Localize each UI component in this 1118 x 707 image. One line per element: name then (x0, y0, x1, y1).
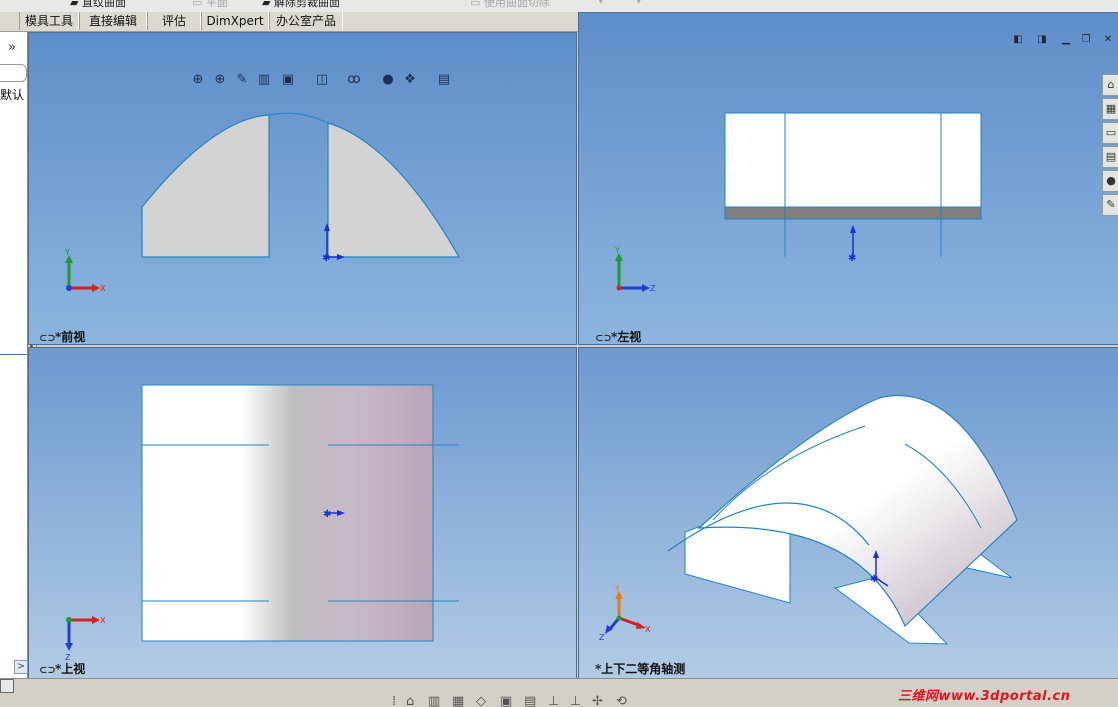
left-surface-edge-band (724, 206, 982, 220)
surface-cut-tool[interactable]: ▭ 使用曲面切除 (470, 0, 550, 10)
layout-tool-icon[interactable]: ▤ (524, 695, 536, 707)
ruled-surface-tool[interactable]: ▰ 直纹曲面 (70, 0, 126, 10)
expand-panel-button[interactable]: » (8, 40, 16, 55)
configuration-label: 默认 (0, 88, 25, 102)
sketch-tool-icon[interactable]: ⌂ (406, 695, 414, 707)
front-left-face (141, 114, 270, 258)
viewport-label-front: ⊂⊃*前视 (39, 330, 86, 344)
tile-right-icon[interactable]: ◨ (1035, 33, 1049, 46)
tab-office-products[interactable]: 办公室产品 (269, 12, 343, 30)
dropdown-arrow-icon[interactable]: ▾ (598, 0, 604, 7)
front-arc-edge (268, 112, 329, 124)
triad-y-label: Y (614, 584, 620, 593)
viewport-left[interactable]: ✱ Y Z ◧ ◨ ▁ ❐ ✕ ⊂⊃*左视 (578, 12, 1118, 345)
planar-surface-tool[interactable]: ▭ 平面 (192, 0, 228, 10)
hide-show-items-icon[interactable]: ꝏ (346, 72, 362, 88)
triad-z-label: Z (650, 284, 656, 293)
custom-properties-icon[interactable]: ✎ (1102, 194, 1118, 216)
top-view-canvas: ✱ Z X (65, 384, 459, 662)
zoom-to-area-icon[interactable]: ⊕ (212, 72, 228, 88)
orientation-triad: Y Z (614, 246, 656, 293)
tab-evaluate[interactable]: 评估 (147, 12, 201, 30)
tab-direct-editing[interactable]: 直接编辑 (79, 12, 147, 30)
display-style-icon[interactable]: ◫ (314, 72, 330, 88)
section-view-icon[interactable]: ▥ (256, 72, 272, 88)
view-orientation-icon[interactable]: ▣ (280, 72, 296, 88)
cross-tool-icon[interactable]: ✢ (592, 695, 603, 707)
triad-x-label: X (100, 284, 106, 293)
file-explorer-icon[interactable]: ▭ (1102, 122, 1118, 144)
viewport-label-isometric: *上下二等角轴测 (595, 662, 686, 676)
grid-tool-icon[interactable]: ▦ (452, 695, 464, 707)
status-toggle-box[interactable] (0, 679, 14, 693)
viewport-front[interactable]: ✱ Y X ⊕ ⊕ ✎ ▥ ▣ ◫ ꝏ ● ❖ ▤ ⊂⊃*前视 (28, 32, 577, 345)
toolbar-grip-icon: ⁞ (392, 695, 397, 707)
viewport-top[interactable]: ✱ Z X ⊂⊃*上视 (28, 347, 577, 679)
link-views-icon[interactable]: ⊂⊃ (39, 333, 56, 344)
svg-text:✱: ✱ (848, 253, 856, 264)
restore-icon[interactable]: ❐ (1079, 33, 1093, 46)
minimize-icon[interactable]: ▁ (1059, 33, 1073, 46)
heads-up-view-toolbar: ⊕ ⊕ ✎ ▥ ▣ ◫ ꝏ ● ❖ ▤ (190, 72, 470, 90)
triad-y-label: Y (614, 246, 620, 255)
home-icon[interactable]: ⌂ (1102, 74, 1118, 96)
split-tool-icon[interactable]: ⊥ (570, 695, 581, 707)
view-palette-icon[interactable]: ▤ (1102, 146, 1118, 168)
origin-marker: ✱ (848, 225, 856, 264)
svg-text:✱: ✱ (323, 509, 331, 520)
tab-mold-tools[interactable]: 模具工具 (19, 12, 79, 30)
panel-filter-input[interactable] (0, 64, 27, 82)
orientation-triad: Y X (64, 248, 106, 293)
link-views-icon[interactable]: ⊂⊃ (595, 333, 612, 344)
bottom-toolbar: ⁞ ⌂ ▥ ▦ ◇ ▣ ▤ ⊥ ⊥ ✢ ⟲ (392, 695, 650, 707)
table-tool-icon[interactable]: ▥ (428, 695, 440, 707)
status-bar: ⁞ ⌂ ▥ ▦ ◇ ▣ ▤ ⊥ ⊥ ✢ ⟲ 三维网www.3dportal.cn (0, 678, 1118, 707)
viewport-label-left: ⊂⊃*左视 (595, 330, 642, 344)
close-icon[interactable]: ✕ (1101, 33, 1115, 46)
panel-divider (0, 354, 27, 355)
tab-dimxpert[interactable]: DimXpert (201, 12, 269, 30)
feature-manager-panel: » 默认 > (0, 32, 28, 678)
top-surface-face (141, 384, 434, 642)
previous-view-icon[interactable]: ✎ (234, 72, 250, 88)
capture-tool-icon[interactable]: ▣ (500, 695, 512, 707)
view-settings-icon[interactable]: ▤ (436, 72, 452, 88)
triad-x-label: X (100, 616, 106, 625)
untrim-surface-tool[interactable]: ▰ 解除剪裁曲面 (262, 0, 340, 10)
left-surface-face (724, 112, 982, 208)
viewport-isometric[interactable]: ✱ Y X Z *上下二等角轴测 (578, 347, 1118, 679)
scroll-right-button[interactable]: > (14, 660, 28, 674)
tile-left-icon[interactable]: ◧ (1011, 33, 1025, 46)
zoom-to-fit-icon[interactable]: ⊕ (190, 72, 206, 88)
appearances-icon[interactable]: ● (1102, 170, 1118, 192)
apply-scene-icon[interactable]: ❖ (402, 72, 418, 88)
shape-tool-icon[interactable]: ◇ (476, 695, 486, 707)
dropdown-arrow-icon[interactable]: ▾ (636, 0, 642, 7)
orientation-triad: Y X Z (599, 584, 651, 642)
triad-z-label: Z (599, 633, 605, 642)
isometric-view-canvas: ✱ Y X Z (599, 394, 1018, 645)
viewport-label-top: ⊂⊃*上视 (39, 662, 86, 676)
left-view-canvas: ✱ Y Z (614, 112, 982, 293)
front-right-face (327, 122, 461, 258)
svg-text:✱: ✱ (870, 574, 878, 585)
triad-y-label: Y (64, 248, 70, 257)
pin-tool-icon[interactable]: ⊥ (548, 695, 559, 707)
watermark: 三维网www.3dportal.cn (898, 689, 1071, 704)
link-views-icon[interactable]: ⊂⊃ (39, 665, 56, 676)
triad-x-label: X (645, 625, 651, 634)
orientation-triad: Z X (65, 616, 106, 662)
design-library-icon[interactable]: ▦ (1102, 98, 1118, 120)
edit-appearance-icon[interactable]: ● (380, 72, 396, 88)
task-pane-tabs: ⌂ ▦ ▭ ▤ ● ✎ (1102, 74, 1118, 218)
rotate-tool-icon[interactable]: ⟲ (616, 695, 627, 707)
svg-text:✱: ✱ (322, 253, 330, 264)
